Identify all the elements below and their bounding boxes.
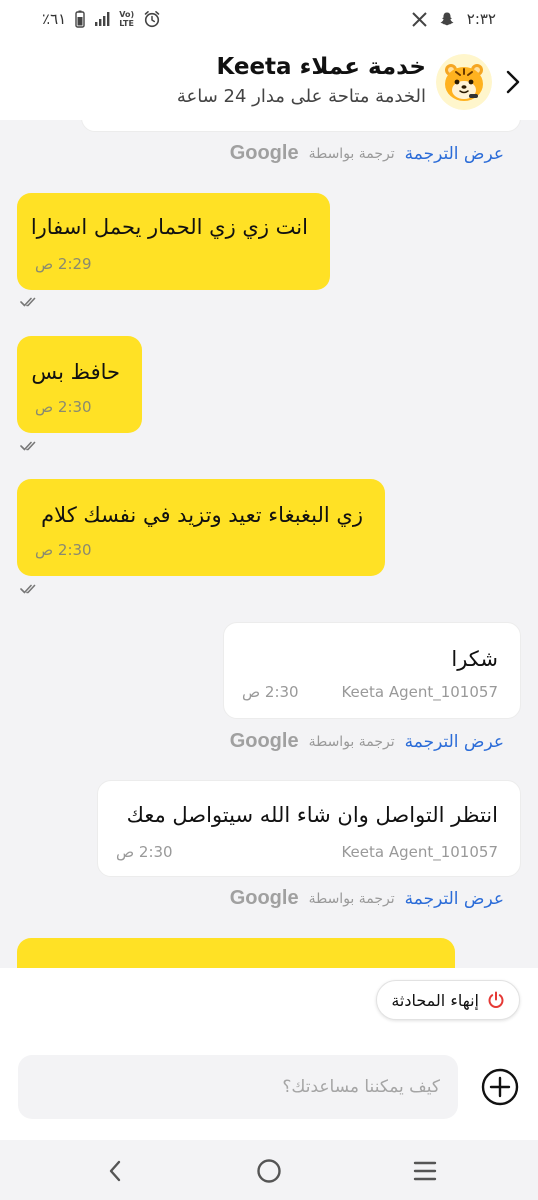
user-message-bubble-partial[interactable] bbox=[17, 938, 455, 968]
message-text: زي البغبغاء تعيد وتزيد في نفسك كلام bbox=[41, 503, 363, 527]
nav-back-button[interactable] bbox=[100, 1156, 130, 1186]
user-message-bubble[interactable]: زي البغبغاء تعيد وتزيد في نفسك كلام 2:30… bbox=[17, 479, 385, 576]
end-chat-area: إنهاء المحادثة bbox=[0, 968, 538, 1030]
clock: ٢:٣٢ bbox=[466, 10, 496, 28]
add-attachment-button[interactable] bbox=[480, 1067, 520, 1107]
google-logo: Google bbox=[229, 142, 299, 164]
end-chat-button[interactable]: إنهاء المحادثة bbox=[376, 980, 520, 1020]
power-icon bbox=[488, 991, 504, 1008]
message-time: 2:30 ص bbox=[242, 683, 299, 701]
message-input[interactable] bbox=[18, 1055, 458, 1119]
battery-icon bbox=[75, 10, 85, 28]
x-app-icon bbox=[412, 11, 427, 27]
message-time: 2:30 ص bbox=[116, 843, 173, 861]
nav-recents-button[interactable] bbox=[410, 1156, 440, 1186]
translated-by-label: ترجمة بواسطة bbox=[308, 890, 395, 907]
volte-icon: Vo) LTE bbox=[119, 10, 135, 28]
signal-icon bbox=[94, 11, 110, 27]
status-left: ٪٦١ Vo) LTE bbox=[42, 10, 161, 28]
google-logo: Google bbox=[229, 887, 299, 909]
message-time: 2:29 ص bbox=[35, 255, 92, 273]
chevron-right-icon bbox=[506, 70, 520, 94]
double-check-icon bbox=[20, 441, 36, 451]
agent-name: Keeta Agent_101057 bbox=[341, 683, 498, 701]
user-message-bubble[interactable]: حافظ بس 2:30 ص bbox=[17, 336, 142, 433]
plus-circle-icon bbox=[481, 1068, 519, 1106]
message-text: شكرا bbox=[451, 647, 498, 671]
alarm-icon bbox=[143, 10, 161, 28]
home-circle-icon bbox=[257, 1159, 281, 1183]
system-nav-bar bbox=[0, 1140, 538, 1200]
show-translation-link[interactable]: عرض الترجمة bbox=[405, 889, 504, 909]
chevron-left-icon bbox=[109, 1160, 121, 1182]
message-input-container bbox=[18, 1055, 458, 1119]
back-button[interactable] bbox=[498, 64, 528, 100]
status-right: ٢:٣٢ bbox=[412, 10, 496, 28]
menu-lines-icon bbox=[413, 1161, 437, 1181]
message-time: 2:30 ص bbox=[35, 398, 92, 416]
double-check-icon bbox=[20, 297, 36, 307]
nav-home-button[interactable] bbox=[254, 1156, 284, 1186]
message-time: 2:30 ص bbox=[35, 541, 92, 559]
message-bubble-partial bbox=[81, 120, 521, 132]
show-translation-link[interactable]: عرض الترجمة bbox=[405, 732, 504, 752]
battery-percent: ٪٦١ bbox=[42, 10, 67, 28]
message-text: انتظر التواصل وان شاء الله سيتواصل معك bbox=[126, 803, 498, 827]
translated-by-label: ترجمة بواسطة bbox=[308, 145, 395, 162]
chat-title: خدمة عملاء Keeta bbox=[216, 54, 426, 80]
user-message-bubble[interactable]: انت زي زي الحمار يحمل اسفارا 2:29 ص bbox=[17, 193, 330, 290]
message-list[interactable]: عرض الترجمة ترجمة بواسطة Google انت زي ز… bbox=[0, 120, 538, 968]
show-translation-link[interactable]: عرض الترجمة bbox=[405, 144, 504, 164]
agent-message-bubble[interactable]: انتظر التواصل وان شاء الله سيتواصل معك K… bbox=[97, 780, 521, 877]
translated-by-label: ترجمة بواسطة bbox=[308, 733, 395, 750]
agent-message-bubble[interactable]: شكرا Keeta Agent_101057 2:30 ص bbox=[223, 622, 521, 719]
tiger-mascot-avatar bbox=[436, 54, 492, 110]
snapchat-icon bbox=[439, 11, 455, 27]
composer bbox=[0, 1030, 538, 1140]
status-bar: ٪٦١ Vo) LTE ٢:٣٢ bbox=[0, 0, 538, 44]
chat-subtitle: الخدمة متاحة على مدار 24 ساعة bbox=[176, 86, 426, 107]
agent-name: Keeta Agent_101057 bbox=[341, 843, 498, 861]
chat-header: خدمة عملاء Keeta الخدمة متاحة على مدار 2… bbox=[0, 44, 538, 120]
translation-row: عرض الترجمة ترجمة بواسطة Google bbox=[230, 730, 504, 753]
google-logo: Google bbox=[229, 730, 299, 752]
translation-row: عرض الترجمة ترجمة بواسطة Google bbox=[230, 142, 504, 165]
message-text: حافظ بس bbox=[31, 360, 120, 384]
message-text: انت زي زي الحمار يحمل اسفارا bbox=[30, 215, 308, 239]
end-chat-label: إنهاء المحادثة bbox=[391, 990, 479, 1010]
double-check-icon bbox=[20, 584, 36, 594]
translation-row: عرض الترجمة ترجمة بواسطة Google bbox=[230, 887, 504, 910]
